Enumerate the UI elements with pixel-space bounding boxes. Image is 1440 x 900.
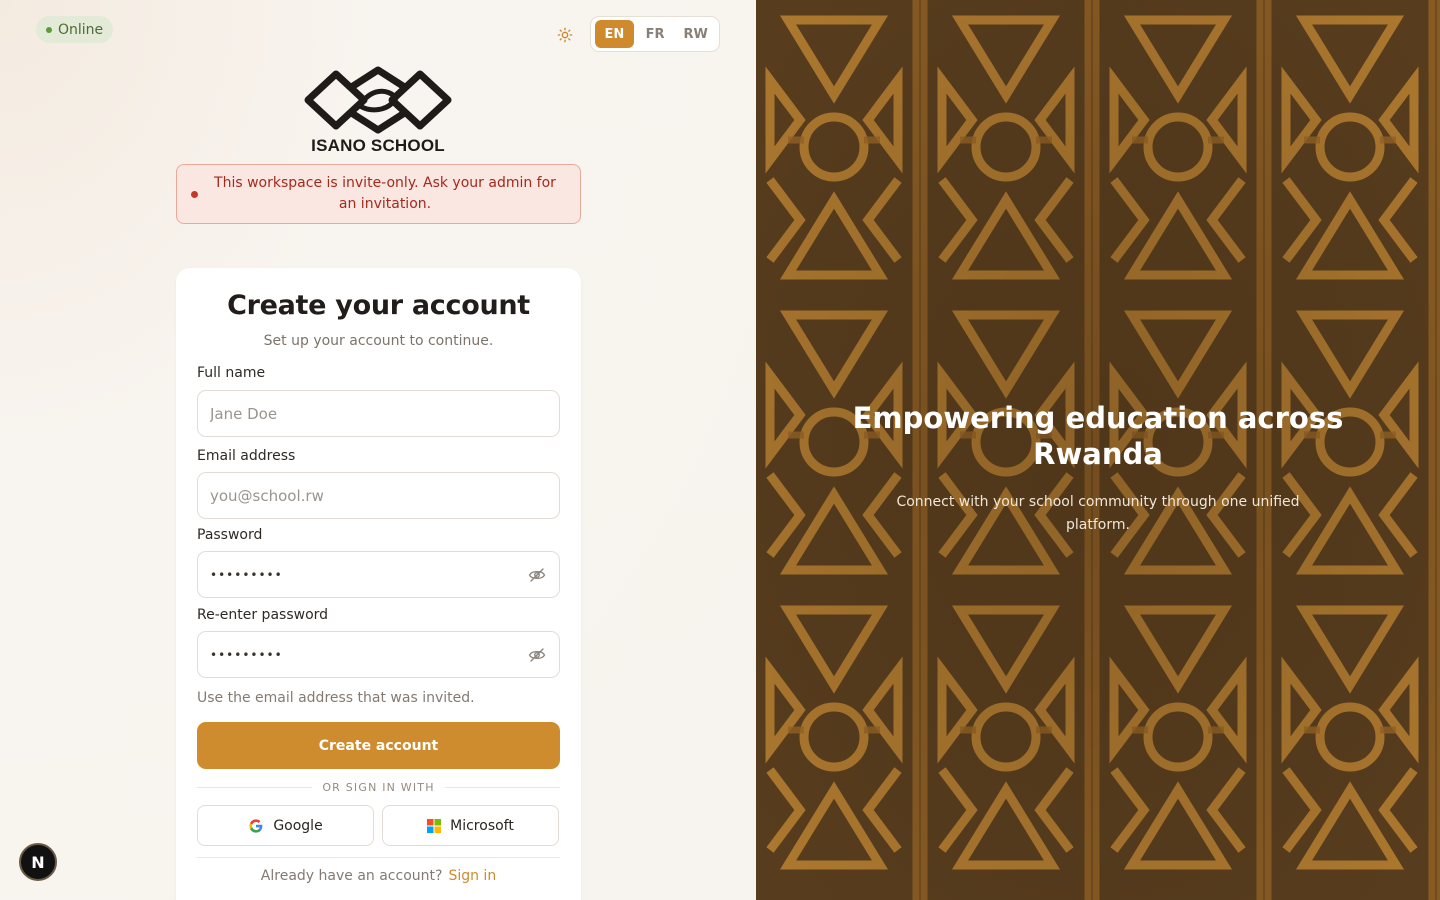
google-signin-button[interactable]: Google	[197, 805, 374, 846]
language-option-fr[interactable]: FR	[636, 20, 675, 48]
language-switcher: EN FR RW	[590, 16, 720, 52]
password-label: Password	[197, 527, 263, 543]
full-name-input[interactable]	[210, 404, 547, 423]
signin-link[interactable]: Sign in	[448, 868, 496, 884]
signin-prompt: Already have an account? Sign in	[176, 868, 581, 884]
google-label: Google	[273, 817, 323, 834]
confirm-password-label: Re-enter password	[197, 607, 329, 623]
alert-message: This workspace is invite-only. Ask your …	[214, 175, 556, 212]
page-title: Create your account	[227, 290, 530, 321]
invite-only-alert: This workspace is invite-only. Ask your …	[176, 164, 581, 224]
brand-name: ISANO SCHOOL	[311, 136, 445, 155]
language-option-rw[interactable]: RW	[676, 20, 715, 48]
confirm-password-visibility-toggle[interactable]	[527, 645, 547, 665]
divider-line	[197, 786, 313, 788]
divider-label: OR SIGN IN WITH	[322, 780, 435, 794]
password-field[interactable]: •••••••••	[197, 551, 560, 598]
school-logo: ISANO SCHOOL	[298, 66, 458, 156]
theme-toggle-button[interactable]	[552, 22, 578, 48]
alert-dot-icon	[191, 190, 198, 198]
eye-off-icon	[528, 647, 546, 662]
create-account-button[interactable]: Create account	[197, 722, 560, 769]
full-name-field[interactable]	[197, 390, 560, 437]
confirm-password-value[interactable]: •••••••••	[210, 648, 527, 662]
logo-knot-icon	[304, 66, 452, 134]
invite-hint: Use the email address that was invited.	[197, 690, 475, 706]
footer-prompt: Already have an account?	[260, 868, 443, 884]
email-input[interactable]	[210, 486, 547, 505]
page-subtitle: Set up your account to continue.	[263, 333, 494, 349]
hero-subtitle: Connect with your school community throu…	[896, 494, 1300, 533]
confirm-password-field[interactable]: •••••••••	[197, 631, 560, 678]
sso-divider: OR SIGN IN WITH	[197, 779, 561, 795]
footer-divider	[197, 857, 560, 858]
password-visibility-toggle[interactable]	[527, 565, 547, 585]
status-dot-icon	[46, 26, 52, 33]
hero-title: Empowering education across Rwanda	[852, 401, 1344, 471]
eye-off-icon	[528, 567, 546, 582]
google-icon	[249, 818, 263, 833]
sun-icon	[557, 27, 573, 43]
language-option-en[interactable]: EN	[595, 20, 634, 48]
password-value[interactable]: •••••••••	[210, 568, 527, 582]
microsoft-label: Microsoft	[450, 817, 514, 834]
email-label: Email address	[197, 448, 296, 464]
divider-line	[444, 786, 561, 788]
status-label: Online	[58, 21, 104, 38]
full-name-label: Full name	[197, 365, 266, 381]
connection-status-badge: Online	[36, 16, 114, 43]
hero-panel: Empowering education across Rwanda Conne…	[756, 0, 1440, 900]
auth-panel: Online EN FR RW ISANO SCHOOL This worksp…	[0, 0, 756, 900]
dev-tools-badge[interactable]: N	[19, 843, 57, 881]
email-field[interactable]	[197, 472, 560, 519]
microsoft-signin-button[interactable]: Microsoft	[382, 805, 559, 846]
microsoft-icon	[427, 818, 442, 833]
